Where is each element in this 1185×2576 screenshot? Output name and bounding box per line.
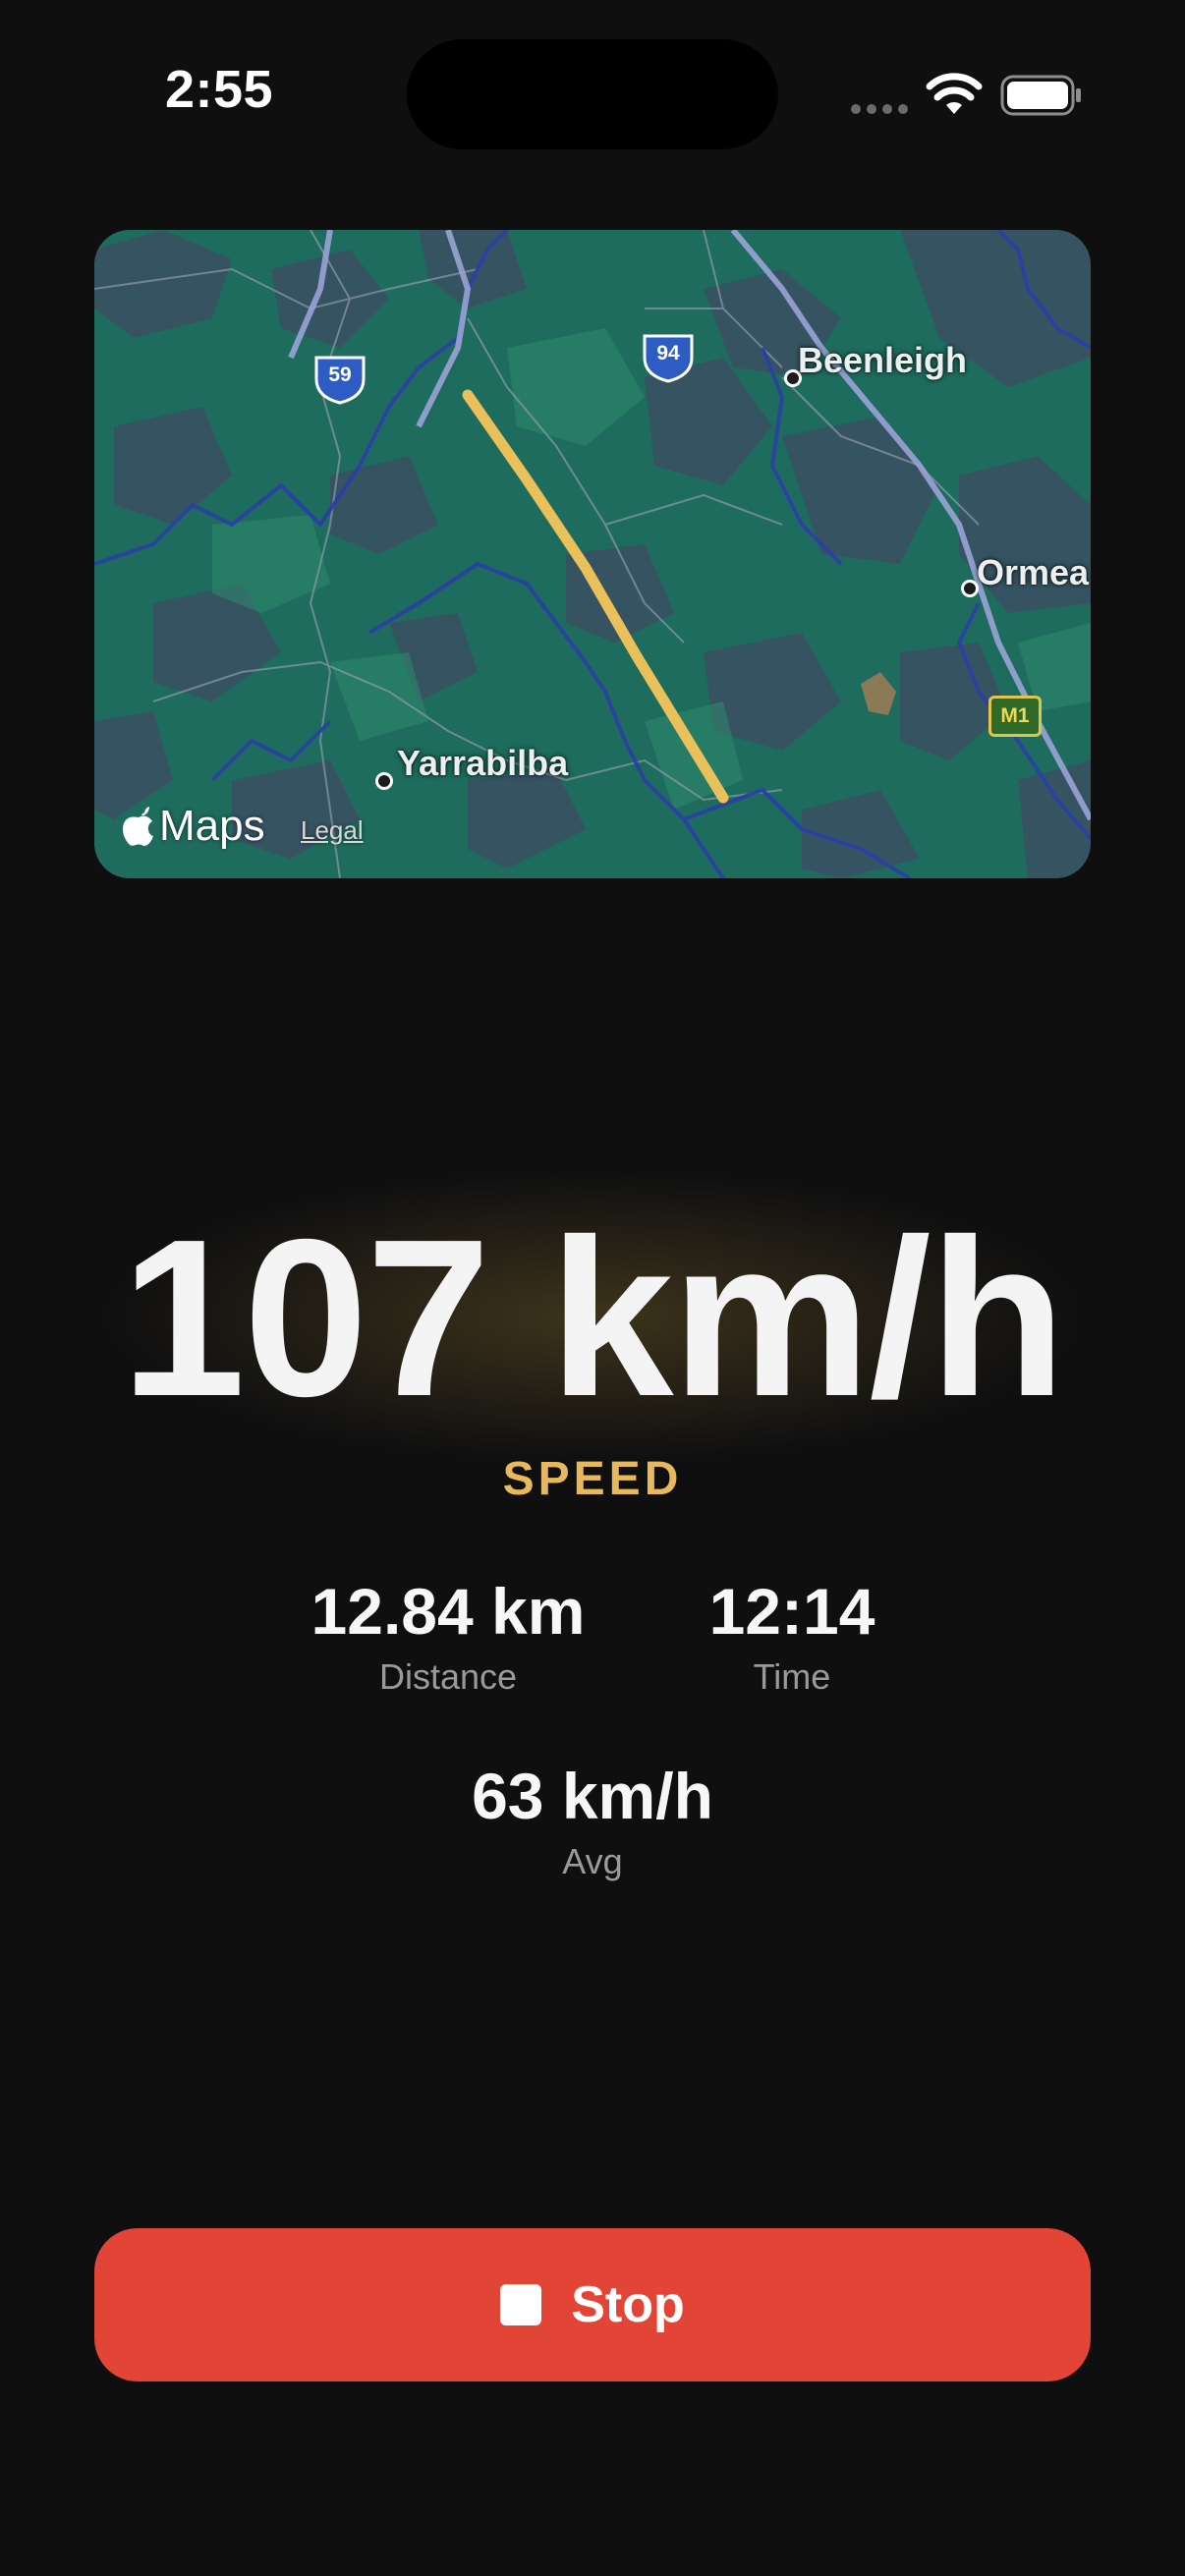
legal-link[interactable]: Legal [301, 815, 364, 846]
time-value: 12:14 [708, 1575, 875, 1648]
status-bar: 2:55 [0, 0, 1185, 187]
battery-icon [1000, 75, 1081, 116]
time-label: Time [753, 1656, 831, 1697]
wifi-icon [926, 73, 983, 114]
stop-icon [500, 2284, 542, 2325]
apple-maps-logo: Maps [122, 802, 265, 851]
avg-speed-value: 63 km/h [472, 1760, 713, 1832]
maps-logo-text: Maps [159, 802, 265, 850]
route-map[interactable]: Beenleigh Ormea Yarrabilba 59 94 M1 Maps… [94, 230, 1091, 878]
map-terrain [94, 230, 1091, 878]
map-label-beenleigh: Beenleigh [798, 340, 968, 380]
speed-value: 107 km/h [121, 1194, 1066, 1443]
route-shield-59: 59 [312, 354, 367, 405]
dynamic-island [407, 39, 778, 149]
stop-button-label: Stop [571, 2276, 685, 2333]
avg-speed-label: Avg [562, 1841, 623, 1881]
stop-button[interactable]: Stop [94, 2228, 1091, 2381]
status-time: 2:55 [165, 60, 274, 119]
speed-label: SPEED [502, 1453, 683, 1505]
distance-value: 12.84 km [310, 1575, 586, 1648]
place-dot-yarrabilba [375, 772, 393, 790]
map-label-ormeau: Ormea [977, 552, 1090, 592]
route-shield-94: 94 [641, 332, 696, 383]
route-shield-m1: M1 [988, 696, 1042, 737]
signal-dots-icon [851, 104, 908, 114]
apple-icon [123, 807, 153, 846]
distance-label: Distance [378, 1656, 518, 1697]
map-label-yarrabilba: Yarrabilba [397, 743, 569, 783]
